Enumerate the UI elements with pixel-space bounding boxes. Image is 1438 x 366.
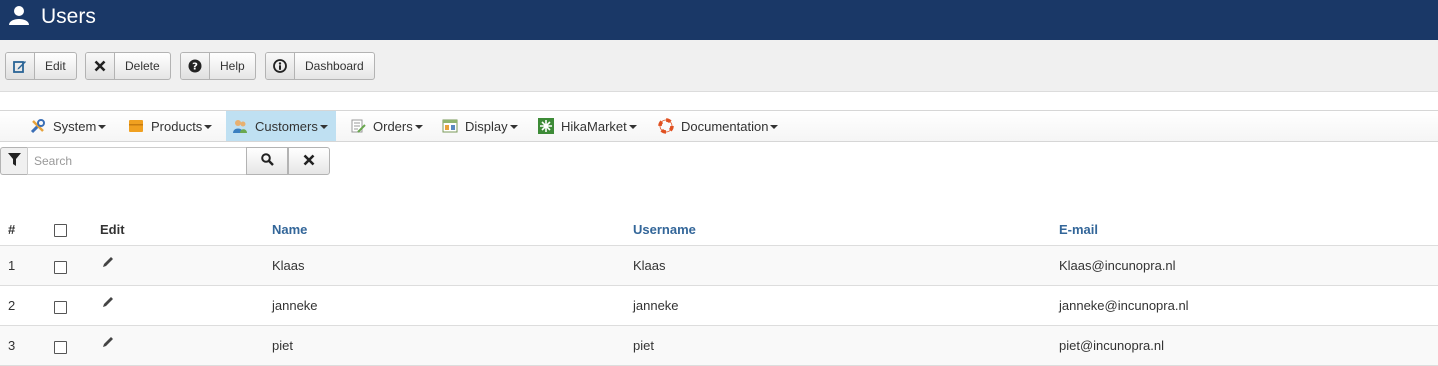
question-icon: ? xyxy=(181,53,210,79)
lifebuoy-icon xyxy=(658,118,674,134)
delete-button-label: Delete xyxy=(125,59,160,73)
menu-item-label: Documentation xyxy=(681,118,769,134)
row-username: Klaas xyxy=(633,258,666,273)
page-header: Users xyxy=(0,0,1438,40)
menu-item-label: Products xyxy=(151,118,203,134)
menu-item-orders[interactable]: Orders xyxy=(344,111,431,141)
table-row: 2 janneke janneke janneke@incunopra.nl xyxy=(0,286,1438,326)
products-icon xyxy=(128,118,144,134)
filter-icon xyxy=(7,153,21,169)
close-icon xyxy=(86,53,115,79)
row-number: 3 xyxy=(8,338,16,353)
search-button[interactable] xyxy=(246,147,288,175)
user-icon xyxy=(8,4,30,26)
row-name: janneke xyxy=(272,298,318,313)
pencil-icon[interactable] xyxy=(101,295,115,312)
help-button[interactable]: ? Help xyxy=(180,52,256,80)
display-icon xyxy=(442,118,458,134)
row-number: 1 xyxy=(8,258,16,273)
table-header: # Edit Name Username E-mail xyxy=(0,210,1438,246)
menu-item-label: HikaMarket xyxy=(561,118,627,134)
edit-button[interactable]: Edit xyxy=(5,52,77,80)
pencil-icon[interactable] xyxy=(101,255,115,272)
menu-item-hikamarket[interactable]: HikaMarket xyxy=(532,111,645,141)
row-checkbox[interactable] xyxy=(54,341,67,354)
tools-icon xyxy=(30,118,46,134)
menu-item-products[interactable]: Products xyxy=(122,111,220,141)
menu-item-label: Orders xyxy=(373,118,413,134)
row-email: Klaas@incunopra.nl xyxy=(1059,258,1176,273)
hikamarket-icon xyxy=(538,118,554,134)
page-title: Users xyxy=(41,5,96,28)
column-header-email[interactable]: E-mail xyxy=(1059,222,1098,237)
svg-text:?: ? xyxy=(192,62,198,73)
menu-item-system[interactable]: System xyxy=(24,111,114,141)
clear-search-button[interactable] xyxy=(288,147,330,175)
row-name: piet xyxy=(272,338,293,353)
row-checkbox[interactable] xyxy=(54,301,67,314)
filter-toggle-button[interactable] xyxy=(0,147,27,175)
help-button-label: Help xyxy=(220,59,245,73)
toolbar: Edit Delete ? Help Dashboard xyxy=(0,40,1438,92)
search-input[interactable] xyxy=(27,147,247,175)
menu-item-label: System xyxy=(53,118,97,134)
chevron-down-icon xyxy=(770,125,779,129)
chevron-down-icon xyxy=(414,125,423,129)
dashboard-button-label: Dashboard xyxy=(305,59,364,73)
chevron-down-icon xyxy=(319,125,328,129)
select-all-checkbox[interactable] xyxy=(54,224,67,237)
chevron-down-icon xyxy=(98,125,107,129)
row-email: janneke@incunopra.nl xyxy=(1059,298,1189,313)
row-username: piet xyxy=(633,338,654,353)
chevron-down-icon xyxy=(204,125,213,129)
edit-button-label: Edit xyxy=(45,59,66,73)
column-header-name[interactable]: Name xyxy=(272,222,307,237)
row-username: janneke xyxy=(633,298,679,313)
row-name: Klaas xyxy=(272,258,305,273)
edit-icon xyxy=(6,53,35,79)
menu-item-documentation[interactable]: Documentation xyxy=(652,111,786,141)
table-row: 1 Klaas Klaas Klaas@incunopra.nl xyxy=(0,246,1438,286)
column-header-number: # xyxy=(8,222,16,237)
main-menu: System Products Customers Orders Display… xyxy=(0,110,1438,142)
menu-item-customers[interactable]: Customers xyxy=(226,111,336,141)
close-icon xyxy=(303,154,315,169)
column-header-username[interactable]: Username xyxy=(633,222,696,237)
info-icon xyxy=(266,53,295,79)
menu-item-label: Display xyxy=(465,118,508,134)
row-checkbox[interactable] xyxy=(54,261,67,274)
customers-icon xyxy=(232,118,248,134)
chevron-down-icon xyxy=(628,125,637,129)
pencil-icon[interactable] xyxy=(101,335,115,352)
table-row: 3 piet piet piet@incunopra.nl xyxy=(0,326,1438,366)
menu-item-display[interactable]: Display xyxy=(436,111,526,141)
menu-item-label: Customers xyxy=(255,118,318,134)
column-header-edit: Edit xyxy=(100,222,125,237)
dashboard-button[interactable]: Dashboard xyxy=(265,52,375,80)
row-number: 2 xyxy=(8,298,16,313)
delete-button[interactable]: Delete xyxy=(85,52,171,80)
chevron-down-icon xyxy=(509,125,518,129)
row-email: piet@incunopra.nl xyxy=(1059,338,1164,353)
users-table: # Edit Name Username E-mail 1 Klaas Klaa… xyxy=(0,210,1438,366)
search-icon xyxy=(260,153,274,169)
orders-icon xyxy=(350,118,366,134)
